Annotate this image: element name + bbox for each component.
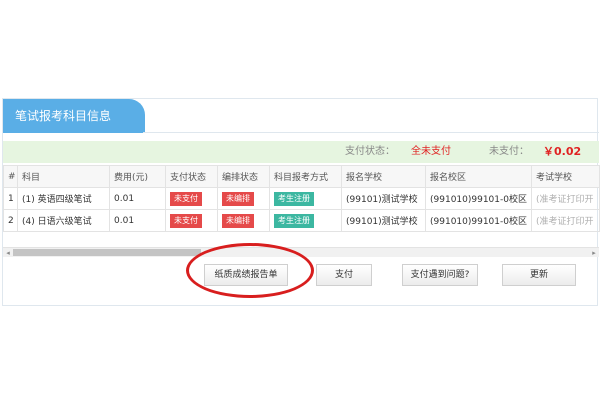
panel-title: 笔试报考科目信息 — [3, 99, 145, 133]
row-method-cell: 考生注册 — [269, 187, 342, 210]
header-fee[interactable]: 费用(元) — [109, 165, 166, 188]
refresh-button[interactable]: 更新 — [502, 264, 576, 286]
scroll-thumb[interactable] — [13, 249, 201, 256]
row-school: (99101)测试学校 — [341, 209, 426, 232]
row-exam-school: (准考证打印开 — [531, 209, 600, 232]
payment-help-button[interactable]: 支付遇到问题? — [402, 264, 478, 286]
scroll-right-icon[interactable]: ▸ — [589, 248, 599, 258]
arrange-status-badge: 未编排 — [222, 213, 254, 228]
table-row[interactable]: 2 (4) 日语六级笔试 0.01 未支付 未编排 考生注册 (99101)测试… — [3, 209, 600, 232]
row-method-cell: 考生注册 — [269, 209, 342, 232]
header-divider — [143, 132, 599, 133]
header-school[interactable]: 报名学校 — [341, 165, 426, 188]
row-fee: 0.01 — [109, 187, 166, 210]
row-index: 2 — [3, 209, 18, 232]
payment-status-bar: 支付状态： 全未支付 未支付： ￥0.02 — [3, 141, 599, 163]
header-campus[interactable]: 报名校区 — [425, 165, 532, 188]
pay-status-badge: 未支付 — [170, 191, 202, 206]
row-arrange-status-cell: 未编排 — [217, 209, 270, 232]
unpaid-label: 未支付： — [489, 146, 529, 157]
row-campus: (991010)99101-0校区 — [425, 187, 532, 210]
method-badge: 考生注册 — [274, 191, 314, 206]
row-pay-status-cell: 未支付 — [165, 187, 218, 210]
scroll-left-icon[interactable]: ◂ — [3, 248, 13, 258]
row-subject: (1) 英语四级笔试 — [17, 187, 110, 210]
pay-status-badge: 未支付 — [170, 213, 202, 228]
red-circle-annotation — [186, 243, 314, 298]
subject-table: # 科目 费用(元) 支付状态 编排状态 科目报考方式 报名学校 报名校区 考试… — [3, 165, 600, 232]
pay-status-label: 支付状态： — [345, 146, 395, 157]
row-arrange-status-cell: 未编排 — [217, 187, 270, 210]
row-pay-status-cell: 未支付 — [165, 209, 218, 232]
header-arrange-status[interactable]: 编排状态 — [217, 165, 270, 188]
header-index: # — [3, 165, 18, 188]
arrange-status-badge: 未编排 — [222, 191, 254, 206]
panel-header: 笔试报考科目信息 — [3, 99, 599, 135]
table-header-row: # 科目 费用(元) 支付状态 编排状态 科目报考方式 报名学校 报名校区 考试… — [3, 165, 600, 188]
row-campus: (991010)99101-0校区 — [425, 209, 532, 232]
pay-status-value: 全未支付 — [411, 146, 451, 157]
header-pay-status[interactable]: 支付状态 — [165, 165, 218, 188]
header-subject[interactable]: 科目 — [17, 165, 110, 188]
row-exam-school: (准考证打印开 — [531, 187, 600, 210]
row-subject: (4) 日语六级笔试 — [17, 209, 110, 232]
method-badge: 考生注册 — [274, 213, 314, 228]
pay-button[interactable]: 支付 — [316, 264, 372, 286]
row-index: 1 — [3, 187, 18, 210]
unpaid-amount: ￥0.02 — [543, 145, 582, 158]
row-fee: 0.01 — [109, 209, 166, 232]
header-method[interactable]: 科目报考方式 — [269, 165, 342, 188]
table-row[interactable]: 1 (1) 英语四级笔试 0.01 未支付 未编排 考生注册 (99101)测试… — [3, 187, 600, 210]
row-school: (99101)测试学校 — [341, 187, 426, 210]
header-exam-school[interactable]: 考试学校 — [531, 165, 600, 188]
